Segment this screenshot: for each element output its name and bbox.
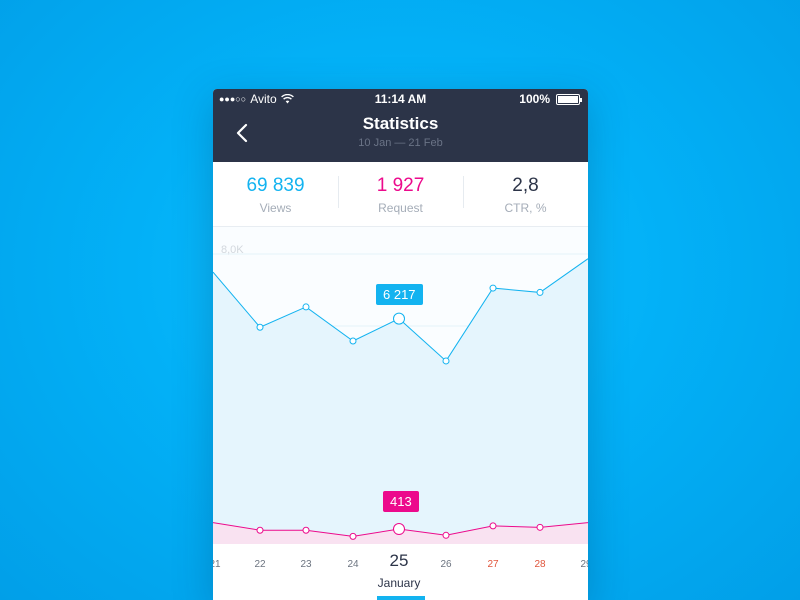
metric-request[interactable]: 1 927 Request bbox=[338, 162, 463, 226]
date-selector[interactable]: 21 22 23 24 25 26 27 28 29 January bbox=[213, 544, 588, 600]
month-label: January bbox=[377, 576, 421, 590]
views-label: Views bbox=[259, 201, 292, 215]
views-point bbox=[302, 303, 310, 311]
page-title: Statistics bbox=[362, 114, 439, 133]
views-point bbox=[442, 357, 450, 365]
request-point bbox=[442, 531, 450, 539]
metric-ctr[interactable]: 2,8 CTR, % bbox=[463, 162, 588, 226]
request-point bbox=[489, 522, 497, 530]
app-header: ●●●○○ Avito 11:14 AM 100% Statistics 10 … bbox=[213, 89, 588, 162]
status-bar: ●●●○○ Avito 11:14 AM 100% bbox=[213, 89, 588, 109]
battery-percent: 100% bbox=[519, 92, 550, 106]
request-point bbox=[302, 526, 310, 534]
views-point bbox=[256, 323, 264, 331]
day-item[interactable]: 29 bbox=[580, 559, 588, 570]
day-item[interactable]: 21 bbox=[213, 559, 221, 570]
metric-views[interactable]: 69 839 Views bbox=[213, 162, 338, 226]
metrics-summary: 69 839 Views 1 927 Request 2,8 CTR, % bbox=[213, 162, 588, 227]
request-tooltip: 413 bbox=[383, 491, 419, 512]
battery-icon bbox=[556, 93, 582, 105]
ctr-label: CTR, % bbox=[504, 201, 547, 215]
request-point bbox=[393, 523, 405, 536]
views-point bbox=[489, 284, 497, 292]
day-item[interactable]: 22 bbox=[254, 559, 265, 570]
day-item[interactable]: 24 bbox=[347, 559, 358, 570]
request-point bbox=[536, 523, 544, 531]
request-point bbox=[256, 526, 264, 534]
day-item[interactable]: 27 bbox=[487, 559, 498, 570]
y-axis-max-label: 8,0K bbox=[221, 244, 244, 256]
day-item[interactable]: 28 bbox=[534, 559, 545, 570]
day-item[interactable]: 23 bbox=[300, 559, 311, 570]
views-point bbox=[393, 312, 405, 325]
request-value: 1 927 bbox=[376, 175, 425, 196]
date-range: 10 Jan — 21 Feb bbox=[358, 137, 443, 149]
ctr-value: 2,8 bbox=[512, 175, 539, 196]
request-label: Request bbox=[378, 201, 423, 215]
statistics-chart[interactable]: 8,0K 6 217 413 bbox=[213, 227, 588, 544]
phone-screen: ●●●○○ Avito 11:14 AM 100% Statistics 10 … bbox=[213, 89, 588, 600]
request-point bbox=[349, 532, 357, 540]
selected-day-indicator bbox=[377, 596, 425, 600]
views-point bbox=[536, 288, 544, 296]
views-tooltip: 6 217 bbox=[376, 284, 423, 305]
day-item[interactable]: 26 bbox=[440, 559, 451, 570]
views-point bbox=[349, 337, 357, 345]
views-value: 69 839 bbox=[246, 175, 305, 196]
day-selected[interactable]: 25 bbox=[390, 551, 409, 571]
